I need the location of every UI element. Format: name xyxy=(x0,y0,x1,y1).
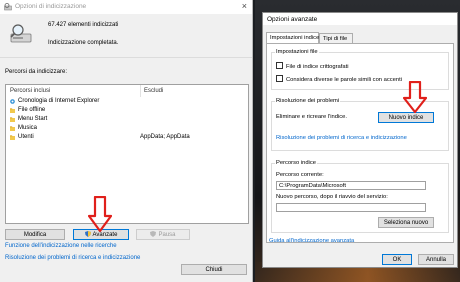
group-label: Percorso indice xyxy=(275,160,317,166)
folder-icon xyxy=(10,108,15,113)
list-item[interactable]: Cronologia di Internet Explorer xyxy=(10,98,246,107)
checkbox-box[interactable] xyxy=(276,62,283,69)
tab-file-types[interactable]: Tipi di file xyxy=(319,33,353,43)
advanced-button-label: Avanzate xyxy=(92,232,118,238)
index-location-group: Percorso indice Percorso corrente: C:\Pr… xyxy=(271,160,449,233)
tab-index-settings[interactable]: Impostazioni indice xyxy=(266,32,319,43)
advanced-options-window: Opzioni avanzate Impostazioni indice Tip… xyxy=(262,12,458,268)
new-location-label: Nuovo percorso, dopo il riavvio del serv… xyxy=(276,194,388,200)
diacritics-checkbox[interactable]: Considera diverse le parole simili con a… xyxy=(276,75,402,83)
title-bar: Opzioni avanzate xyxy=(263,13,457,25)
ok-button[interactable]: OK xyxy=(382,254,412,265)
red-arrow-icon xyxy=(88,196,112,232)
tab-panel: Impostazioni file File di indice crittog… xyxy=(266,43,454,243)
locations-list[interactable]: Percorsi inclusi Escludi Cronologia di I… xyxy=(5,84,249,224)
group-label: Impostazioni file xyxy=(275,49,319,55)
current-location-label: Percorso corrente: xyxy=(276,172,324,178)
rebuild-index-button[interactable]: Nuovo indice xyxy=(378,112,434,123)
divider xyxy=(0,57,252,58)
list-item[interactable]: File offline xyxy=(10,107,246,116)
encrypt-checkbox[interactable]: File di indice crittografati xyxy=(276,62,349,70)
indexing-options-window: Opzioni di indicizzazione × 67.427 eleme… xyxy=(0,0,253,282)
list-item[interactable]: Utenti AppData; AppData xyxy=(10,134,246,143)
checkbox-box[interactable] xyxy=(276,75,283,82)
list-item-label: Cronologia di Internet Explorer xyxy=(18,98,100,104)
column-divider xyxy=(140,85,141,97)
troubleshoot-link[interactable]: Risoluzione dei problemi di ricerca e in… xyxy=(276,135,407,141)
folder-icon xyxy=(10,117,15,122)
column-header-included[interactable]: Percorsi inclusi xyxy=(10,88,50,94)
list-item-label: File offline xyxy=(18,107,46,113)
shield-icon xyxy=(150,231,157,237)
group-label: Risoluzione dei problemi xyxy=(275,98,341,104)
folder-icon xyxy=(10,135,15,140)
close-icon[interactable]: × xyxy=(242,1,247,11)
ie-icon xyxy=(10,99,15,104)
locations-label: Percorsi da indicizzare: xyxy=(5,69,68,75)
new-location-field[interactable] xyxy=(276,203,426,212)
list-item[interactable]: Menu Start xyxy=(10,116,246,125)
indexing-help-link[interactable]: Funzione dell'indicizzazione nelle ricer… xyxy=(5,243,117,249)
column-header-excluded[interactable]: Escludi xyxy=(144,88,163,94)
troubleshoot-link[interactable]: Risoluzione dei problemi di ricerca e in… xyxy=(5,255,140,261)
current-location-field[interactable]: C:\ProgramData\Microsoft xyxy=(276,181,426,190)
drive-search-icon xyxy=(10,24,32,43)
close-button[interactable]: Chiudi xyxy=(181,264,247,275)
list-item-exclude: AppData; AppData xyxy=(140,134,190,140)
red-arrow-icon xyxy=(403,81,427,113)
pause-button[interactable]: Pausa xyxy=(136,229,190,240)
title-bar: Opzioni di indicizzazione × xyxy=(0,0,252,14)
list-item[interactable]: Musica xyxy=(10,125,246,134)
list-item-label: Utenti xyxy=(18,134,34,140)
window-title: Opzioni di indicizzazione xyxy=(15,3,87,10)
modify-button[interactable]: Modifica xyxy=(5,229,65,240)
pause-button-label: Pausa xyxy=(158,232,176,238)
rebuild-text: Eliminare e ricreare l'indice. xyxy=(276,114,348,120)
advanced-help-link[interactable]: Guida all'indicizzazione avanzata xyxy=(269,238,354,244)
list-item-label: Menu Start xyxy=(18,116,48,122)
folder-icon xyxy=(10,126,15,131)
indexed-count: 67.427 elementi indicizzati xyxy=(48,22,119,28)
indexing-status: Indicizzazione completata. xyxy=(48,40,119,46)
list-item-label: Musica xyxy=(18,125,38,131)
cancel-button[interactable]: Annulla xyxy=(418,254,454,265)
window-title: Opzioni avanzate xyxy=(267,16,318,23)
indexing-options-icon xyxy=(4,3,12,11)
select-new-button[interactable]: Seleziona nuovo xyxy=(378,217,434,228)
